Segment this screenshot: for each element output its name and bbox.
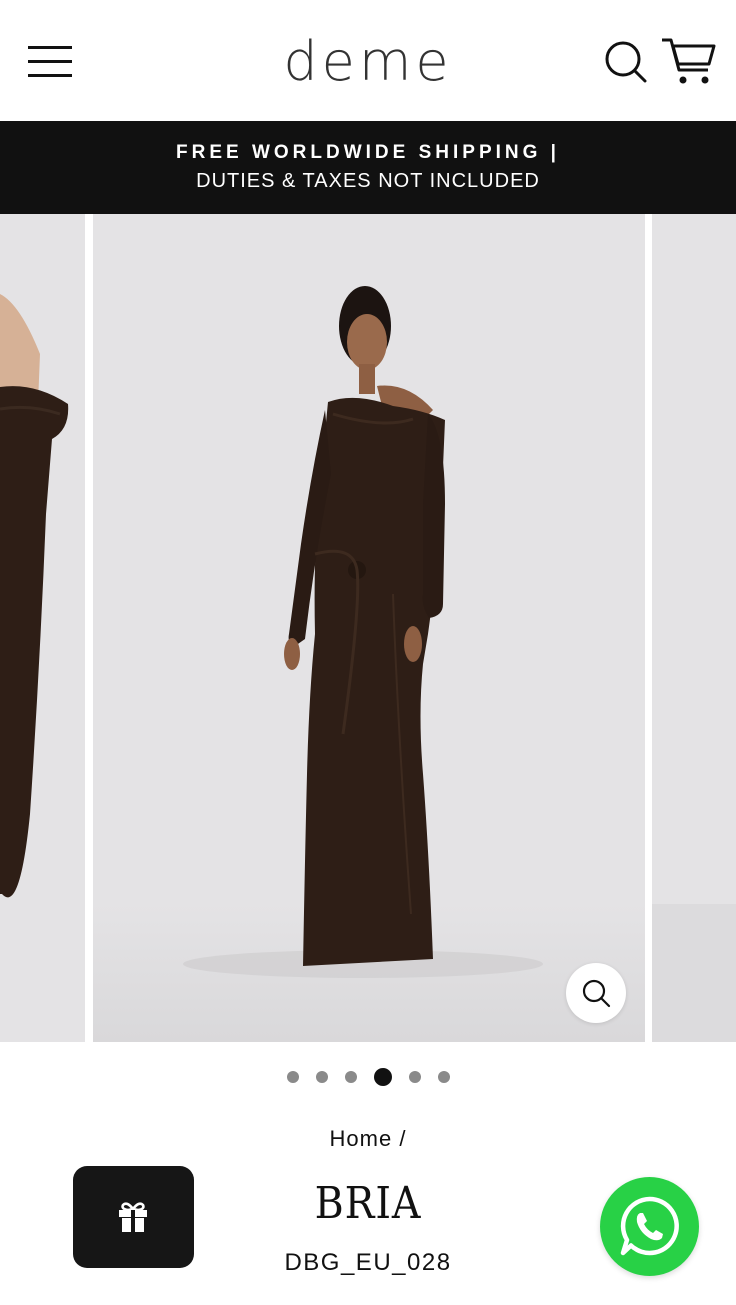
pagination-dot-active[interactable] xyxy=(373,1068,392,1086)
gallery-slide-previous[interactable] xyxy=(0,214,85,1042)
pagination-dot[interactable] xyxy=(344,1071,357,1083)
whatsapp-button[interactable] xyxy=(600,1177,699,1276)
gallery-pagination xyxy=(0,1066,736,1088)
gallery-slide-active[interactable] xyxy=(93,214,645,1042)
breadcrumb-home-link[interactable]: Home xyxy=(330,1126,393,1151)
pagination-dot[interactable] xyxy=(315,1071,328,1083)
product-gallery[interactable] xyxy=(0,214,736,1042)
cart-icon xyxy=(662,38,716,84)
product-image-next xyxy=(652,904,736,1042)
gift-icon xyxy=(119,1202,147,1232)
breadcrumb: Home / xyxy=(0,1126,736,1152)
whatsapp-icon xyxy=(620,1196,679,1256)
search-icon xyxy=(605,41,647,83)
pagination-dot[interactable] xyxy=(286,1071,299,1083)
product-image-previous xyxy=(0,294,69,898)
pagination-dot[interactable] xyxy=(408,1071,421,1083)
announcement-line-2: DUTIES & TAXES NOT INCLUDED xyxy=(196,170,540,192)
cart-button[interactable] xyxy=(660,36,718,88)
breadcrumb-separator: / xyxy=(399,1126,407,1151)
site-header: deme xyxy=(0,0,736,121)
announcement-bar: FREE WORLDWIDE SHIPPING | DUTIES & TAXES… xyxy=(0,121,736,214)
product-image xyxy=(93,286,645,1042)
announcement-line-1: FREE WORLDWIDE SHIPPING | xyxy=(176,142,560,163)
gallery-slide-next[interactable] xyxy=(652,214,736,1042)
zoom-button[interactable] xyxy=(566,963,626,1023)
zoom-icon xyxy=(582,979,611,1008)
search-button[interactable] xyxy=(600,38,652,86)
gift-button[interactable] xyxy=(73,1166,194,1268)
pagination-dot[interactable] xyxy=(437,1071,450,1083)
